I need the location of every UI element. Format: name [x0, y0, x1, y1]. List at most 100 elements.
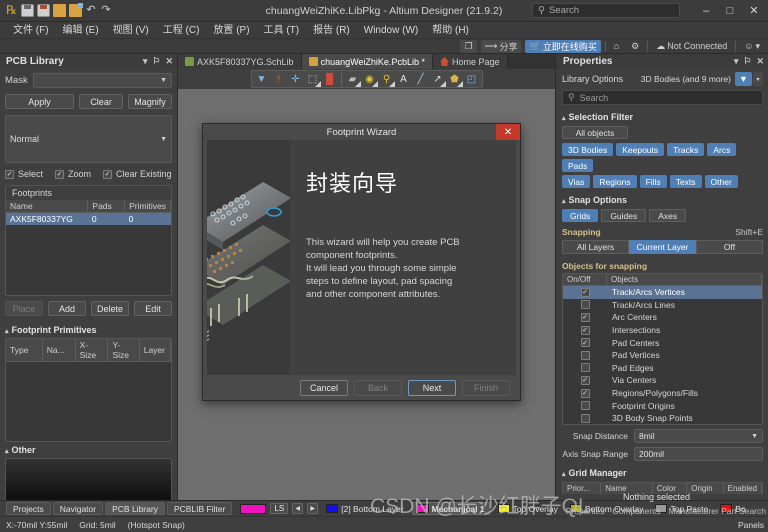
snap-checkbox[interactable]: ✓	[580, 388, 590, 398]
snap-checkbox[interactable]: ✓	[580, 375, 590, 385]
properties-menu-icon[interactable]: ▾	[734, 56, 739, 67]
select-checkbox[interactable]: ✓	[5, 169, 14, 179]
snap-checkbox[interactable]: ✓	[580, 338, 590, 348]
properties-pin-icon[interactable]: ⚐	[743, 56, 751, 67]
place-via-icon[interactable]: ⚲	[379, 72, 395, 87]
altium-logo-icon[interactable]: ℞	[5, 4, 18, 17]
open-icon[interactable]	[53, 4, 66, 17]
snap-checkbox[interactable]	[580, 413, 590, 423]
snap-row-arc-centers[interactable]: ✓ Arc Centers	[563, 311, 762, 324]
col-name[interactable]: Name	[6, 200, 89, 213]
back-button[interactable]: Back	[354, 379, 402, 396]
next-button[interactable]: Next	[408, 379, 456, 396]
place-component-icon[interactable]: ◰	[464, 72, 480, 87]
col-origin[interactable]: Origin	[687, 483, 724, 494]
delete-button[interactable]: Delete	[91, 301, 129, 316]
menu-project[interactable]: 工程 (C)	[156, 22, 207, 39]
col-priority[interactable]: Prior...	[563, 483, 602, 494]
col-xsize[interactable]: X-Size	[75, 339, 109, 362]
share-button[interactable]: ⟶ 分享	[480, 39, 522, 53]
snap-off[interactable]: Off	[696, 240, 763, 254]
menu-window[interactable]: Window (W)	[357, 22, 425, 39]
col-pads[interactable]: Pads	[87, 200, 126, 213]
chip-regions[interactable]: Regions	[593, 175, 637, 188]
snap-checkbox[interactable]	[580, 350, 590, 360]
snap-checkbox[interactable]	[580, 300, 590, 310]
menu-reports[interactable]: 报告 (R)	[306, 22, 357, 39]
place-track-icon[interactable]: ╱	[413, 72, 429, 87]
align-icon[interactable]: █	[322, 72, 338, 87]
menu-file[interactable]: 文件 (F)	[6, 22, 56, 39]
clear-existing-checkbox[interactable]: ✓	[103, 169, 113, 179]
col-na[interactable]: Na...	[42, 339, 76, 362]
snap-row-via-centers[interactable]: ✓ Via Centers	[563, 374, 762, 387]
home-button[interactable]: ⌂	[610, 40, 623, 53]
finish-button[interactable]: Finish	[462, 379, 510, 396]
snap-all-layers[interactable]: All Layers	[562, 240, 629, 254]
add-button[interactable]: Add	[48, 301, 86, 316]
snap-options-title[interactable]: Snap Options	[562, 195, 763, 205]
snap-row-pad-edges[interactable]: Pad Edges	[563, 362, 762, 375]
menu-tools[interactable]: 工具 (T)	[257, 22, 307, 39]
snap-row-footprint-origins[interactable]: Footprint Origins	[563, 399, 762, 412]
chip-tracks[interactable]: Tracks	[667, 143, 705, 156]
close-button[interactable]: ✕	[742, 1, 766, 21]
snap-row-3d-body-snap-points[interactable]: 3D Body Snap Points	[563, 412, 762, 424]
buy-online-button[interactable]: 🛒 立即在线购买	[525, 39, 601, 53]
place-dimension-icon[interactable]: ↗	[430, 72, 446, 87]
settings-button[interactable]: ⚙	[627, 40, 643, 53]
place-line-icon[interactable]: ▰	[345, 72, 361, 87]
chip-texts[interactable]: Texts	[669, 175, 702, 188]
chip-other[interactable]: Other	[704, 175, 738, 188]
select-area-icon[interactable]: ⬚	[305, 72, 321, 87]
layer-tab-bottom-layer[interactable]: [2] Bottom Layer	[322, 502, 407, 515]
open-project-icon[interactable]	[69, 3, 83, 17]
chip-arcs[interactable]: Arcs	[707, 143, 737, 156]
mode-combo[interactable]: Normal ▼	[5, 115, 172, 163]
save-all-icon[interactable]	[37, 4, 50, 17]
place-pad-icon[interactable]: ◉	[362, 72, 378, 87]
apply-button[interactable]: Apply	[5, 94, 75, 109]
magnify-button[interactable]: Magnify	[128, 94, 172, 109]
pcb-editor-canvas[interactable]: ▼ ⫯ ✛ ⬚ █ ▰ ◉ ⚲ A ╱ ↗ ⬟ ◰ Footprint Wiza…	[178, 69, 555, 510]
chevron-down-icon[interactable]: ▾	[753, 72, 763, 86]
redo-icon[interactable]: ↷	[100, 4, 112, 17]
wizard-close-button[interactable]: ✕	[496, 124, 520, 140]
magnet-icon[interactable]: ⫯	[271, 72, 287, 87]
snap-mode-grids[interactable]: Grids	[562, 209, 599, 222]
crosshair-icon[interactable]: ✛	[288, 72, 304, 87]
all-objects-button[interactable]: All objects	[562, 126, 628, 139]
properties-search-input[interactable]: ⚲ Search	[562, 90, 763, 105]
panel-strip-manufacturer-part-search[interactable]: Manufacturer Part Search	[669, 506, 766, 516]
layer-tab-mechanical-1[interactable]: Mechanical 1	[411, 502, 490, 515]
undo-icon[interactable]: ↶	[85, 4, 97, 17]
snap-row-pad-centers[interactable]: ✓ Pad Centers	[563, 336, 762, 349]
minimize-button[interactable]: –	[694, 1, 718, 21]
panel-tab-navigator[interactable]: Navigator	[52, 502, 104, 515]
panel-tab-pcb-library[interactable]: PCB Library	[105, 502, 165, 515]
menu-view[interactable]: 视图 (V)	[106, 22, 156, 39]
filter-icon[interactable]: ▼	[254, 72, 270, 87]
filter-icon[interactable]: ▼	[735, 72, 752, 86]
panel-tab-projects[interactable]: Projects	[6, 502, 51, 515]
left-panel-close-icon[interactable]: ✕	[165, 56, 173, 67]
panel-strip-components[interactable]: Components	[612, 506, 660, 516]
grid-manager-title[interactable]: Grid Manager	[562, 468, 763, 478]
clear-button[interactable]: Clear	[79, 94, 124, 109]
notes-button[interactable]: ❐	[460, 39, 477, 53]
place-text-icon[interactable]: A	[396, 72, 412, 87]
zoom-checkbox[interactable]: ✓	[55, 169, 65, 179]
left-panel-pin-icon[interactable]: ⚐	[152, 56, 160, 67]
snap-current-layer[interactable]: Current Layer	[629, 240, 696, 254]
properties-close-icon[interactable]: ✕	[756, 56, 764, 67]
selection-filter-title[interactable]: Selection Filter	[562, 112, 763, 122]
snap-checkbox[interactable]	[580, 363, 590, 373]
chip-3d-bodies[interactable]: 3D Bodies	[562, 143, 614, 156]
global-search-input[interactable]: ⚲ Search	[532, 3, 680, 18]
library-options-value[interactable]: 3D Bodies (and 9 more)	[641, 74, 731, 84]
snap-row-pad-vertices[interactable]: Pad Vertices	[563, 349, 762, 362]
edit-button[interactable]: Edit	[134, 301, 172, 316]
col-primitives[interactable]: Primitives	[124, 200, 171, 213]
snap-row-track-arcs-vertices[interactable]: ✓ Track/Arcs Vertices	[563, 286, 762, 299]
tab-schlib[interactable]: AXK5F80337YG.SchLib	[178, 54, 302, 69]
